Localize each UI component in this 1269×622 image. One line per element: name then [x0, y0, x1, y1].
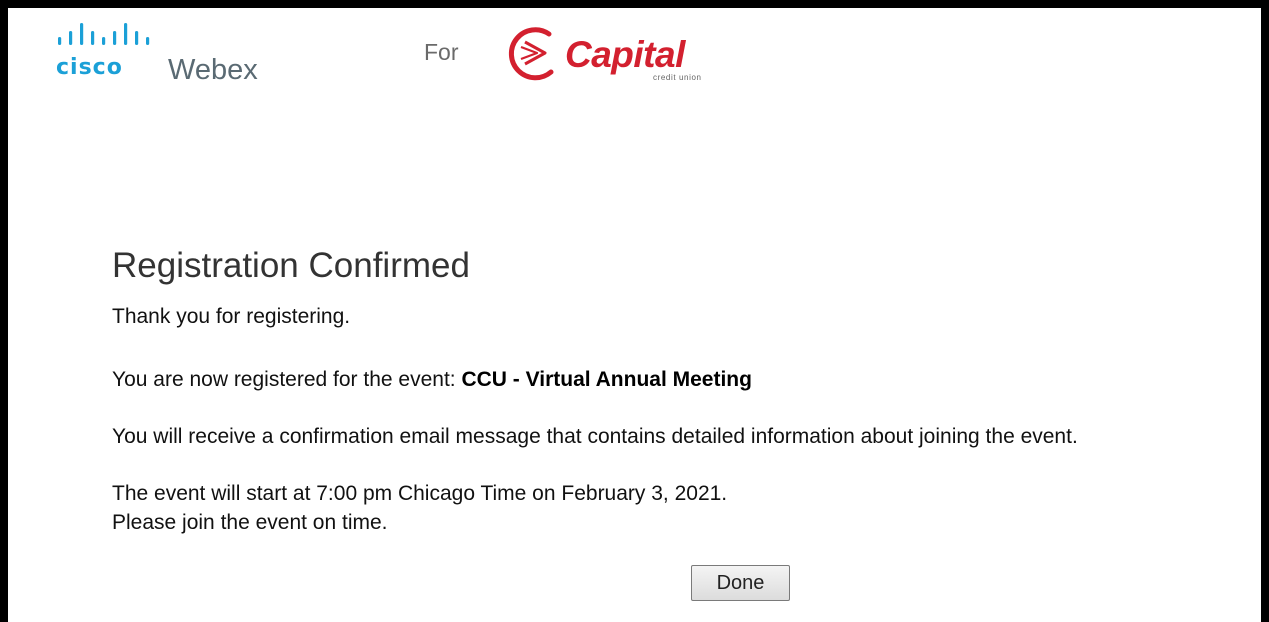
registered-prefix: You are now registered for the event:: [112, 368, 462, 391]
event-start-notice: The event will start at 7:00 pm Chicago …: [112, 482, 728, 505]
capital-credit-union-logo: Capital credit union: [505, 26, 725, 88]
capital-swoosh-icon: [508, 27, 554, 81]
for-label: For: [424, 39, 459, 65]
done-button[interactable]: Done: [691, 565, 790, 601]
email-notice: You will receive a confirmation email me…: [112, 425, 1078, 448]
cisco-bars-icon: [58, 23, 150, 45]
page-frame: cisco Webex For Capital credit union Reg…: [0, 0, 1269, 622]
join-on-time-notice: Please join the event on time.: [112, 511, 388, 534]
page-title: Registration Confirmed: [112, 246, 470, 285]
event-name: CCU - Virtual Annual Meeting: [461, 368, 752, 391]
cisco-wordmark: cisco: [56, 55, 123, 80]
confirmation-content: Registration Confirmed Thank you for reg…: [112, 246, 1262, 534]
capital-wordmark: Capital: [565, 34, 685, 75]
credit-union-subtitle: credit union: [653, 73, 702, 82]
thank-you-message: Thank you for registering.: [112, 305, 351, 328]
cisco-webex-logo: cisco Webex: [56, 23, 276, 87]
registered-event-message: You are now registered for the event: CC…: [112, 367, 752, 392]
webex-wordmark: Webex: [168, 54, 258, 86]
